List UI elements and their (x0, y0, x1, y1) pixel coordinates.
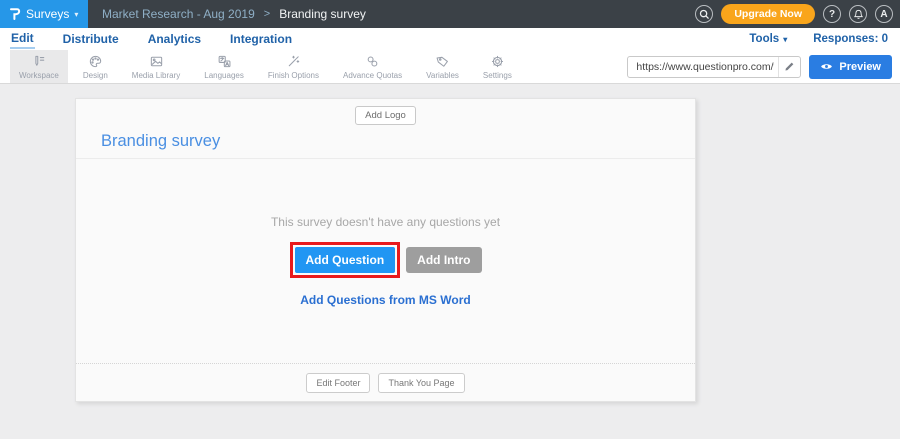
chain-links-icon (365, 54, 380, 69)
workspace-content: Add Logo Branding survey This survey doe… (0, 98, 900, 439)
magic-wand-icon (286, 54, 301, 69)
toolbar-right: Preview (627, 50, 900, 83)
toolbar-item-label: Settings (483, 71, 512, 80)
toolbar-item-variables[interactable]: Variables (417, 50, 468, 83)
toolbar-item-workspace[interactable]: Workspace (10, 50, 68, 83)
toolbar-item-label: Media Library (132, 71, 180, 80)
survey-card-footer: Edit Footer Thank You Page (76, 363, 695, 401)
pencil-icon (784, 61, 795, 72)
thank-you-page-button[interactable]: Thank You Page (378, 373, 464, 393)
survey-nav: Edit Distribute Analytics Integration To… (0, 28, 900, 50)
toolbar-item-languages[interactable]: Languages (195, 50, 253, 83)
tools-label: Tools (749, 33, 779, 45)
add-question-button[interactable]: Add Question (295, 247, 396, 273)
questionpro-logo-icon (8, 6, 21, 22)
notifications-button[interactable] (849, 5, 867, 23)
add-questions-ms-word-link[interactable]: Add Questions from MS Word (300, 293, 470, 307)
edit-url-button[interactable] (778, 57, 800, 77)
tools-dropdown[interactable]: Tools ▾ (749, 33, 787, 45)
tab-integration[interactable]: Integration (229, 30, 293, 48)
survey-card-header: Add Logo Branding survey (76, 99, 695, 159)
edit-footer-button[interactable]: Edit Footer (306, 373, 370, 393)
translate-icon (217, 54, 232, 69)
upgrade-now-button[interactable]: Upgrade Now (721, 4, 815, 24)
survey-card-body: This survey doesn't have any questions y… (76, 159, 695, 363)
toolbar-item-settings[interactable]: Settings (474, 50, 521, 83)
add-buttons-row: Add Question Add Intro (290, 242, 482, 278)
add-intro-button[interactable]: Add Intro (406, 247, 481, 273)
empty-survey-message: This survey doesn't have any questions y… (271, 215, 500, 229)
breadcrumb-current-survey: Branding survey (279, 7, 366, 21)
topbar-actions: Upgrade Now ? A (695, 4, 900, 24)
survey-url-box (627, 56, 801, 78)
caret-down-icon: ▾ (783, 35, 787, 44)
toolbar-item-advance-quotas[interactable]: Advance Quotas (334, 50, 411, 83)
toolbar-item-label: Languages (204, 71, 244, 80)
breadcrumb: Market Research - Aug 2019 > Branding su… (102, 7, 366, 21)
caret-down-icon: ▾ (74, 10, 78, 19)
tab-distribute[interactable]: Distribute (62, 30, 120, 48)
toolbar-item-label: Advance Quotas (343, 71, 402, 80)
nav-right: Tools ▾ Responses: 0 (749, 33, 900, 45)
workspace-icon (31, 54, 46, 69)
survey-url-input[interactable] (628, 61, 778, 73)
eye-icon (820, 62, 833, 71)
search-icon (699, 9, 710, 20)
toolbar-item-label: Design (83, 71, 108, 80)
survey-card: Add Logo Branding survey This survey doe… (75, 98, 696, 402)
search-button[interactable] (695, 5, 713, 23)
preview-label: Preview (839, 61, 881, 73)
image-icon (149, 54, 164, 69)
tag-icon (435, 54, 450, 69)
palette-icon (88, 54, 103, 69)
bell-icon (853, 9, 864, 20)
toolbar-item-finish-options[interactable]: Finish Options (259, 50, 328, 83)
survey-title[interactable]: Branding survey (101, 132, 695, 151)
account-avatar-button[interactable]: A (875, 5, 893, 23)
edit-toolbar: Workspace Design Media Library (0, 50, 900, 84)
gear-icon (490, 54, 505, 69)
toolbar-item-label: Workspace (19, 71, 59, 80)
responses-count-link[interactable]: Responses: 0 (813, 33, 888, 45)
toolbar-item-media-library[interactable]: Media Library (123, 50, 189, 83)
help-icon: ? (829, 9, 835, 20)
breadcrumb-parent-survey[interactable]: Market Research - Aug 2019 (102, 7, 255, 21)
tab-analytics[interactable]: Analytics (147, 30, 202, 48)
avatar-initial-label: A (880, 9, 887, 20)
toolbar-item-design[interactable]: Design (74, 50, 117, 83)
top-bar: Surveys ▾ Market Research - Aug 2019 > B… (0, 0, 900, 28)
app-logo-menu[interactable]: Surveys ▾ (0, 0, 88, 28)
breadcrumb-separator-icon: > (264, 8, 270, 20)
toolbar-item-label: Finish Options (268, 71, 319, 80)
help-button[interactable]: ? (823, 5, 841, 23)
red-highlight-box: Add Question (290, 242, 401, 278)
preview-button[interactable]: Preview (809, 55, 892, 79)
app-name-label: Surveys (26, 7, 69, 21)
toolbar-item-label: Variables (426, 71, 459, 80)
add-logo-button[interactable]: Add Logo (355, 106, 416, 125)
tab-edit[interactable]: Edit (10, 29, 35, 49)
